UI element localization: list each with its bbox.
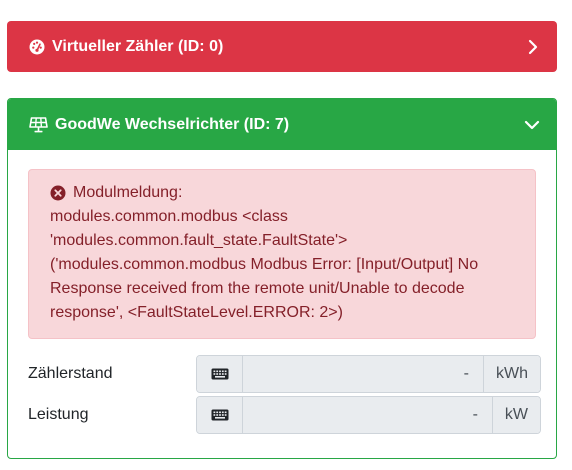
- goodwe-inverter-card-header[interactable]: GoodWe Wechselrichter (ID: 7): [8, 99, 556, 150]
- alert-line: ('modules.common.modbus Modbus Error: [I…: [50, 256, 479, 273]
- goodwe-inverter-card: GoodWe Wechselrichter (ID: 7) Modulmeldu…: [7, 98, 557, 459]
- alert-line: response', <FaultStateLevel.ERROR: 2>): [50, 304, 343, 321]
- chevron-right-icon[interactable]: [524, 38, 542, 56]
- meter-reading-input-group: - kWh: [196, 355, 541, 393]
- keyboard-icon: [197, 356, 243, 392]
- alert-heading-text: Modulmeldung:: [73, 184, 183, 201]
- alert-line: 'modules.common.fault_state.FaultState'>: [50, 232, 348, 249]
- power-label: Leistung: [28, 406, 89, 423]
- meter-reading-unit: kWh: [483, 356, 540, 392]
- gauge-icon: [29, 39, 45, 54]
- alert-line: modules.common.modbus <class: [50, 208, 288, 225]
- chevron-down-icon[interactable]: [523, 116, 541, 134]
- goodwe-inverter-title-text: GoodWe Wechselrichter (ID: 7): [55, 115, 290, 133]
- solar-panel-icon: [29, 116, 48, 132]
- meter-reading-value: -: [243, 356, 483, 392]
- keyboard-icon: [197, 397, 243, 433]
- power-row: Leistung - kW: [28, 396, 542, 434]
- power-unit: kW: [491, 397, 540, 433]
- error-circle-icon: [50, 185, 66, 201]
- power-value: -: [243, 397, 492, 433]
- meter-reading-label: Zählerstand: [28, 365, 113, 382]
- virtual-meter-title: Virtueller Zähler (ID: 0): [29, 38, 524, 56]
- virtual-meter-card-header[interactable]: Virtueller Zähler (ID: 0): [7, 21, 557, 72]
- module-error-alert: Modulmeldung: modules.common.modbus <cla…: [28, 169, 536, 339]
- alert-heading: Modulmeldung:: [50, 181, 515, 205]
- alert-line: Response received from the remote unit/U…: [50, 280, 465, 297]
- power-input-group: - kW: [196, 396, 541, 434]
- virtual-meter-title-text: Virtueller Zähler (ID: 0): [52, 37, 224, 55]
- goodwe-inverter-title: GoodWe Wechselrichter (ID: 7): [29, 116, 523, 134]
- meter-reading-row: Zählerstand - kWh: [28, 355, 542, 393]
